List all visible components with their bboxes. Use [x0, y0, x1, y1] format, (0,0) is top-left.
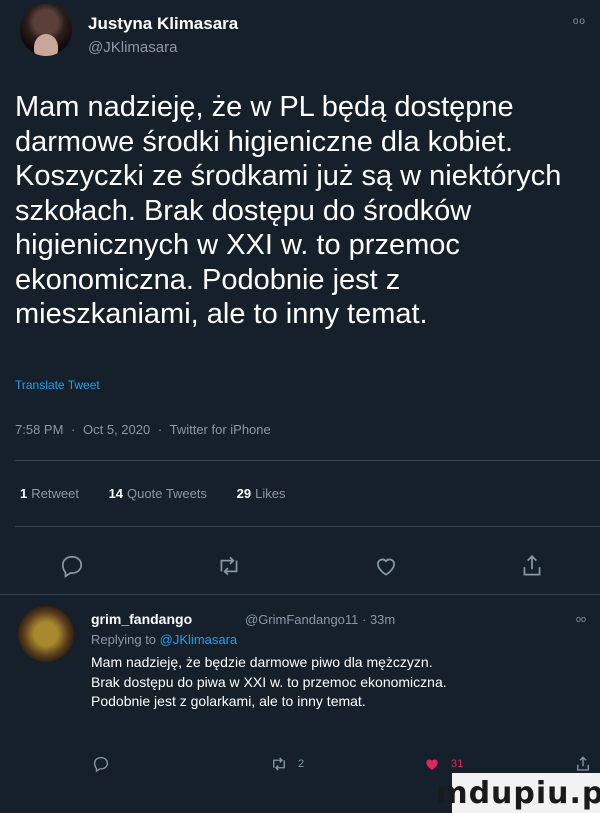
divider — [15, 526, 600, 527]
author-name[interactable]: Justyna Klimasara — [88, 14, 238, 34]
tweet-metadata: 7:58 PM · Oct 5, 2020 · Twitter for iPho… — [15, 422, 275, 437]
quotes-count: 14 — [108, 486, 124, 501]
reply-share-button[interactable] — [574, 755, 600, 773]
reply-retweet-button[interactable]: 2 — [270, 755, 304, 773]
likes-label: Likes — [255, 486, 286, 501]
translate-tweet-link[interactable]: Translate Tweet — [15, 378, 100, 392]
share-button[interactable] — [519, 553, 545, 579]
reply-text-line: Mam nadzieję, że będzie darmowe piwo dla… — [91, 654, 433, 670]
tweet-text-line: ekonomiczna. Podobnie jest z — [15, 263, 401, 296]
reply-author-name[interactable]: grim_fandango — [91, 611, 192, 627]
tweet-text-line: higienicznych w XXI w. to przemoc — [15, 229, 460, 261]
tweet-text-line: Mam nadzieję, że w PL będą dostępne — [15, 91, 514, 123]
reply-more-options-icon[interactable]: oo — [576, 614, 586, 624]
tweet-text-line: szkołach. Brak dostępu do środków — [15, 194, 472, 227]
reply-like-count: 31 — [451, 758, 464, 770]
likes-stat[interactable]: 29 Likes — [237, 486, 286, 501]
author-avatar[interactable] — [20, 4, 72, 56]
divider — [15, 460, 600, 461]
replying-prefix: Replying to — [91, 632, 157, 647]
tweet-date[interactable]: Oct 5, 2020 — [83, 422, 150, 437]
tweet-time[interactable]: 7:58 PM — [15, 422, 63, 437]
comment-icon — [93, 756, 109, 773]
quote-tweets-stat[interactable]: 14 Quote Tweets — [109, 486, 207, 501]
tweet-text: Mam nadzieję, że w PL będą dostępne darm… — [15, 90, 590, 332]
comment-icon — [61, 555, 83, 578]
heart-icon — [377, 558, 395, 576]
tweet-text-line: Koszyczki ze środkami już są w niektóryc… — [15, 160, 562, 192]
reply-author-avatar[interactable] — [18, 606, 74, 662]
quotes-label: Quote Tweets — [127, 486, 208, 501]
reply-author-handle-time[interactable]: @GrimFandango11 · 33m — [245, 612, 395, 627]
reply-text-line: Podobnie jest z golarkami, ale to inny t… — [91, 693, 366, 709]
tweet-stats: 1 Retweet 14 Quote Tweets 29 Likes — [20, 486, 311, 501]
retweet-icon — [273, 757, 285, 771]
reply-retweet-count: 2 — [298, 758, 305, 770]
meta-separator: · — [71, 422, 76, 437]
divider — [0, 594, 600, 595]
retweet-button[interactable] — [216, 553, 242, 579]
tweet-text-line: darmowe środki higieniczne dla kobiet. — [15, 125, 514, 158]
heart-filled-icon — [426, 759, 438, 770]
tweet-text-line: mieszkaniami, ale to inny temat. — [15, 298, 428, 330]
retweets-count: 1 — [20, 486, 28, 501]
share-icon — [523, 555, 541, 576]
retweets-label: Retweet — [31, 486, 79, 501]
tweet-source[interactable]: Twitter for iPhone — [170, 422, 271, 437]
reply-text: Mam nadzieję, że będzie darmowe piwo dla… — [91, 653, 596, 712]
reply-text-line: Brak dostępu do piwa w XXI w. to przemoc… — [91, 673, 447, 690]
reply-comment-button[interactable] — [92, 755, 120, 773]
retweet-icon — [220, 556, 238, 576]
reply-like-button[interactable]: 31 — [423, 755, 463, 773]
replying-mention[interactable]: @JKlimasara — [160, 632, 238, 647]
more-options-icon[interactable]: oo — [573, 16, 586, 27]
site-watermark: mdupiu.pl — [436, 773, 600, 813]
share-icon — [577, 756, 589, 771]
like-button[interactable] — [373, 553, 399, 579]
reply-button[interactable] — [59, 553, 85, 579]
replying-to: Replying to @JKlimasara — [91, 632, 237, 647]
likes-count: 29 — [236, 486, 252, 501]
author-handle[interactable]: @JKlimasara — [88, 39, 177, 56]
meta-separator: · — [157, 422, 163, 437]
retweets-stat[interactable]: 1 Retweet — [20, 486, 79, 501]
